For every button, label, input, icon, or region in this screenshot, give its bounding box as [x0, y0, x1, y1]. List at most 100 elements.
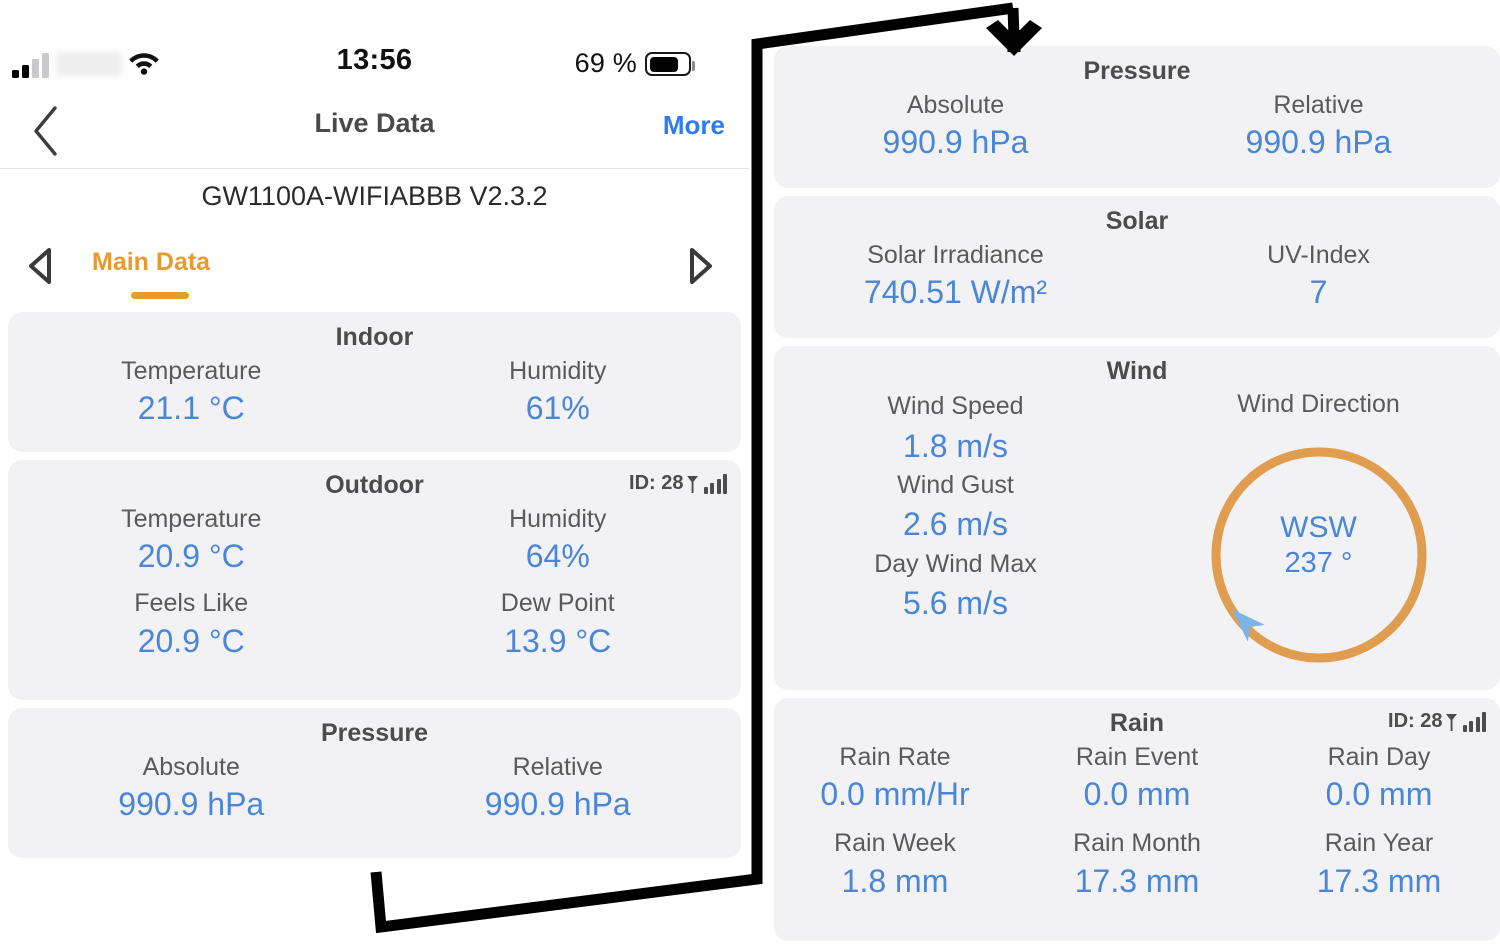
card-title: Wind — [1106, 357, 1168, 385]
metric-label: Wind Gust — [897, 470, 1014, 499]
metric-label: Feels Like — [134, 589, 249, 618]
battery-icon — [645, 52, 695, 76]
metric-value: 17.3 mm — [1316, 862, 1442, 899]
metric-value: 1.8 mm — [841, 862, 949, 899]
metric-indoor-humidity: Humidity 61% — [375, 356, 742, 430]
metric-value: 21.1 °C — [137, 390, 245, 427]
card-indoor[interactable]: Indoor Temperature 21.1 °C Humidity 61% — [8, 312, 741, 452]
antenna-icon — [686, 475, 698, 493]
metric-label: Temperature — [121, 357, 262, 385]
metric-label: Wind Direction — [1237, 390, 1400, 418]
sensor-id-label: ID: 28 — [629, 472, 684, 494]
metric-value: 0.0 mm — [1083, 776, 1191, 813]
metric-value: 7 — [1309, 274, 1328, 311]
compass-degrees: 237 ° — [1284, 546, 1353, 579]
metric-label: Rain Month — [1073, 829, 1201, 858]
card-outdoor[interactable]: Outdoor ID: 28 Temperature 20.9 °C Humid… — [8, 460, 741, 700]
metric-pressure-absolute: Absolute 990.9 hPa — [8, 752, 375, 826]
metric-rain-month: Rain Month 17.3 mm — [1016, 828, 1258, 902]
metric-pressure-relative: Relative 990.9 hPa — [375, 752, 742, 826]
metric-pressure-relative: Relative 990.9 hPa — [1137, 90, 1500, 164]
metric-label: Temperature — [121, 505, 262, 533]
tab-main-data[interactable]: Main Data — [92, 248, 210, 277]
metric-outdoor-feels-like: Feels Like 20.9 °C — [8, 588, 375, 662]
metric-label: Solar Irradiance — [867, 241, 1044, 269]
metric-label: Relative — [512, 753, 603, 781]
metric-label: Dew Point — [500, 589, 615, 618]
card-wind[interactable]: Wind Wind Speed 1.8 m/s Wind Gust 2.6 m/… — [774, 346, 1500, 690]
metric-label: Day Wind Max — [874, 549, 1037, 578]
metric-value: 20.9 °C — [137, 538, 245, 575]
metric-uv-index: UV-Index 7 — [1137, 240, 1500, 314]
sensor-id-badge-outdoor: ID: 28 — [629, 472, 727, 495]
metric-rain-event: Rain Event 0.0 mm — [1016, 742, 1258, 816]
triangle-left-icon[interactable] — [20, 244, 60, 288]
metric-label: Rain Day — [1327, 743, 1431, 771]
card-pressure-left[interactable]: Pressure Absolute 990.9 hPa Relative 990… — [8, 708, 741, 858]
metric-value: 2.6 m/s — [903, 506, 1008, 543]
metric-value: 990.9 hPa — [882, 124, 1029, 161]
device-model-title: GW1100A-WIFIABBB V2.3.2 — [201, 181, 548, 211]
metric-rain-year: Rain Year 17.3 mm — [1258, 828, 1500, 902]
wind-direction-column: Wind Direction WSW 237 ° — [1137, 390, 1500, 671]
antenna-icon — [1445, 713, 1457, 731]
metric-value: 0.0 mm — [1325, 776, 1433, 813]
card-pressure-right[interactable]: Pressure Absolute 990.9 hPa Relative 990… — [774, 46, 1500, 188]
signal-bars-icon — [1462, 711, 1486, 732]
metric-label: Humidity — [509, 505, 607, 533]
card-title: Pressure — [320, 719, 429, 747]
metric-value: 64% — [525, 538, 590, 575]
metric-pressure-absolute: Absolute 990.9 hPa — [774, 90, 1137, 164]
metric-outdoor-humidity: Humidity 64% — [375, 504, 742, 578]
navigation-bar: Live Data More — [0, 96, 749, 169]
metric-value: 990.9 hPa — [484, 786, 631, 823]
signal-bars-icon — [703, 473, 727, 494]
metric-label: Humidity — [509, 357, 607, 385]
status-bar: 13:56 69 % — [0, 0, 749, 96]
metric-label: Rain Year — [1324, 829, 1434, 858]
card-solar[interactable]: Solar Solar Irradiance 740.51 W/m² UV-In… — [774, 196, 1500, 338]
metric-label: Rain Event — [1075, 743, 1199, 771]
metric-value: 5.6 m/s — [903, 585, 1008, 622]
wind-direction-compass: WSW 237 ° — [1203, 439, 1435, 671]
metric-value: 990.9 hPa — [1245, 124, 1392, 161]
metric-value: 990.9 hPa — [118, 786, 265, 823]
wind-metrics-column: Wind Speed 1.8 m/s Wind Gust 2.6 m/s Day… — [774, 390, 1137, 627]
compass-cardinal: WSW — [1280, 511, 1357, 544]
card-title: Indoor — [335, 323, 414, 351]
battery-percentage: 69 % — [574, 48, 637, 78]
card-rain[interactable]: Rain ID: 28 Rain Rate 0.0 mm/Hr Rain Eve… — [774, 698, 1500, 941]
metric-outdoor-temperature: Temperature 20.9 °C — [8, 504, 375, 578]
triangle-right-icon[interactable] — [681, 244, 721, 288]
phone-screen-left: 13:56 69 % Live Data More GW1100A-WIFIAB… — [0, 0, 749, 949]
card-title: Solar — [1105, 207, 1169, 235]
metric-rain-day: Rain Day 0.0 mm — [1258, 742, 1500, 816]
metric-label: Wind Speed — [887, 392, 1024, 420]
metric-label: Absolute — [906, 91, 1005, 119]
metric-solar-irradiance: Solar Irradiance 740.51 W/m² — [774, 240, 1137, 314]
metric-value: 740.51 W/m² — [863, 274, 1048, 311]
tab-strip: Main Data — [0, 240, 749, 308]
metric-label: Rain Week — [834, 829, 956, 858]
metric-value: 0.0 mm/Hr — [820, 776, 970, 813]
metric-rain-rate: Rain Rate 0.0 mm/Hr — [774, 742, 1016, 816]
metric-value: 17.3 mm — [1074, 862, 1200, 899]
sensor-id-badge-rain: ID: 28 — [1388, 710, 1486, 733]
metric-rain-week: Rain Week 1.8 mm — [774, 828, 1016, 902]
compass-readout: WSW 237 ° — [1203, 511, 1435, 580]
metric-label: Absolute — [142, 753, 240, 781]
metric-value: 13.9 °C — [504, 622, 612, 659]
metric-value: 20.9 °C — [137, 622, 245, 659]
metric-outdoor-dew-point: Dew Point 13.9 °C — [375, 588, 742, 662]
card-title: Pressure — [1083, 57, 1191, 85]
phone-screen-right-continued: Pressure Absolute 990.9 hPa Relative 990… — [764, 0, 1500, 949]
more-button[interactable]: More — [663, 110, 725, 141]
metric-label: Relative — [1273, 91, 1364, 119]
metric-label: Rain Rate — [839, 743, 951, 771]
metric-value: 1.8 m/s — [903, 427, 1008, 464]
metric-value: 61% — [525, 390, 590, 427]
sensor-id-label: ID: 28 — [1388, 710, 1443, 732]
metric-indoor-temperature: Temperature 21.1 °C — [8, 356, 375, 430]
page-title: Live Data — [314, 108, 435, 138]
tab-active-underline — [131, 292, 189, 299]
